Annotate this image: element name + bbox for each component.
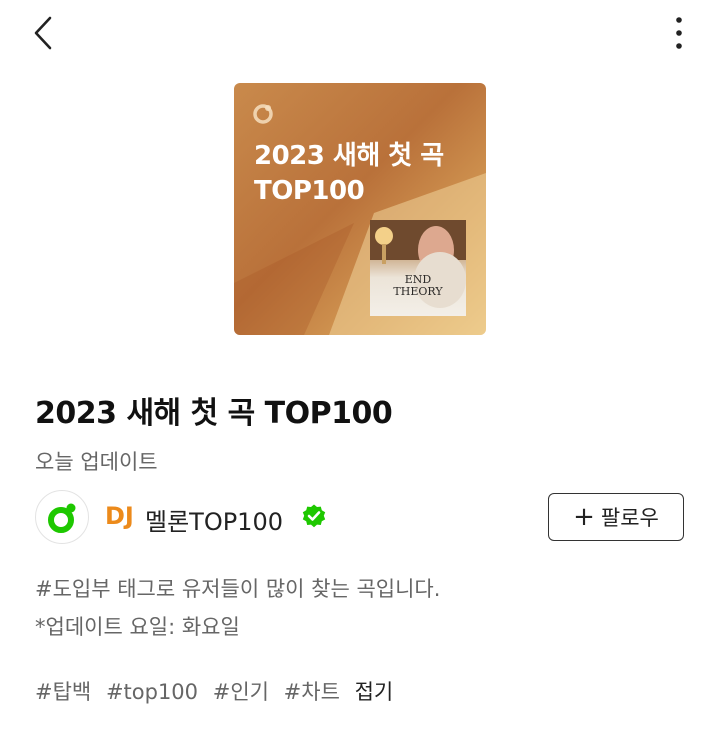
- back-button[interactable]: [26, 12, 66, 56]
- more-options-button[interactable]: [668, 12, 690, 56]
- tag-item[interactable]: #탑백: [35, 680, 91, 704]
- tag-list: #탑백 #top100 #인기 #차트 접기: [35, 676, 393, 706]
- description-line1: #도입부 태그로 유저들이 많이 찾는 곡입니다.: [35, 577, 441, 601]
- album-text-line2: THEORY: [393, 285, 443, 298]
- more-vertical-icon: [676, 17, 682, 49]
- playlist-title: 2023 새해 첫 곡 TOP100: [35, 396, 393, 431]
- follow-button[interactable]: + 팔로우: [548, 493, 684, 541]
- album-art-text: END THEORY: [370, 274, 466, 298]
- playlist-description: #도입부 태그로 유저들이 많이 찾는 곡입니다. *업데이트 요일: 화요일: [35, 570, 685, 646]
- album-art-thumbnail: END THEORY: [370, 220, 466, 316]
- playlist-cover: 2023 새해 첫 곡 TOP100 END THEORY: [234, 83, 486, 335]
- update-status: 오늘 업데이트: [35, 450, 158, 474]
- album-art-illustration: [370, 220, 466, 308]
- dj-name-link[interactable]: 멜론TOP100: [145, 502, 283, 537]
- dj-label: DJ: [105, 502, 134, 530]
- plus-icon: +: [573, 502, 595, 532]
- verified-badge-icon: [301, 503, 327, 529]
- fold-button[interactable]: 접기: [355, 680, 394, 704]
- melon-logo-icon: [48, 503, 76, 533]
- follow-label: 팔로우: [600, 506, 659, 530]
- top-bar: [0, 0, 720, 70]
- description-line2: *업데이트 요일: 화요일: [35, 615, 240, 639]
- cover-title-line2: TOP100: [254, 176, 365, 206]
- dj-avatar[interactable]: [35, 490, 89, 544]
- dj-row: DJ 멜론TOP100 + 팔로우: [35, 490, 685, 546]
- chevron-left-icon: [34, 16, 52, 50]
- cover-title: 2023 새해 첫 곡 TOP100: [254, 139, 474, 209]
- tag-item[interactable]: #인기: [213, 680, 269, 704]
- cover-title-line1: 2023 새해 첫 곡: [254, 141, 444, 171]
- melon-logo-icon: [252, 103, 274, 125]
- tag-item[interactable]: #top100: [106, 680, 198, 704]
- tag-item[interactable]: #차트: [284, 680, 340, 704]
